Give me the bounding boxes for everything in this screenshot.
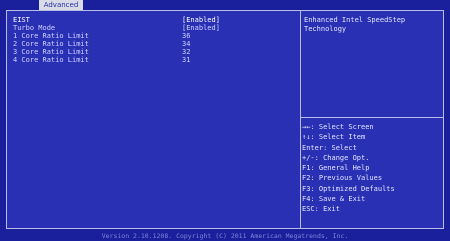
setting-value[interactable]: 31 — [182, 56, 190, 64]
key-f1: F1: General Help — [302, 164, 370, 173]
key-select-item: ↑↓: Select Item — [302, 133, 366, 142]
key-legend: →←: Select Screen ↑↓: Select Item Enter:… — [302, 122, 442, 215]
help-line: Technology — [304, 25, 347, 33]
help-divider — [301, 117, 443, 118]
setting-value[interactable]: 36 — [182, 32, 190, 40]
key-change-opt: +/-: Change Opt. — [302, 153, 370, 162]
setting-label: 3 Core Ratio Limit — [13, 48, 89, 56]
key-select-screen: →←: Select Screen — [302, 123, 374, 131]
panel-divider — [300, 10, 301, 229]
setting-value[interactable]: [Enabled] — [182, 24, 220, 32]
help-line: Enhanced Intel SpeedStep — [304, 16, 406, 24]
key-esc: ESC: Exit — [302, 205, 340, 214]
tab-bar: Advanced — [0, 0, 450, 10]
setting-label: Turbo Mode — [13, 24, 56, 32]
setting-4-core-ratio[interactable]: 4 Core Ratio Limit 31 — [13, 56, 298, 64]
key-enter: Enter: Select — [302, 143, 357, 152]
version-footer: Version 2.10.1208. Copyright (C) 2011 Am… — [101, 232, 349, 240]
setting-eist[interactable]: EIST [Enabled] — [13, 16, 298, 24]
setting-value[interactable]: 34 — [182, 40, 190, 48]
setting-turbo-mode[interactable]: Turbo Mode [Enabled] — [13, 24, 298, 32]
setting-label: 4 Core Ratio Limit — [13, 56, 89, 64]
key-f3: F3: Optimized Defaults — [302, 184, 395, 193]
setting-label: 1 Core Ratio Limit — [13, 32, 89, 40]
help-text: Enhanced Intel SpeedStep Technology — [304, 16, 440, 34]
setting-label: 2 Core Ratio Limit — [13, 40, 89, 48]
setting-3-core-ratio[interactable]: 3 Core Ratio Limit 32 — [13, 48, 298, 56]
key-f4: F4: Save & Exit — [302, 195, 366, 204]
setting-value[interactable]: [Enabled] — [182, 16, 220, 24]
setting-2-core-ratio[interactable]: 2 Core Ratio Limit 34 — [13, 40, 298, 48]
key-f2: F2: Previous Values — [302, 174, 383, 183]
settings-list: EIST [Enabled] Turbo Mode [Enabled] 1 Co… — [13, 16, 298, 64]
tab-advanced[interactable]: Advanced — [39, 0, 83, 10]
setting-1-core-ratio[interactable]: 1 Core Ratio Limit 36 — [13, 32, 298, 40]
setting-value[interactable]: 32 — [182, 48, 190, 56]
setting-label: EIST — [13, 16, 30, 24]
